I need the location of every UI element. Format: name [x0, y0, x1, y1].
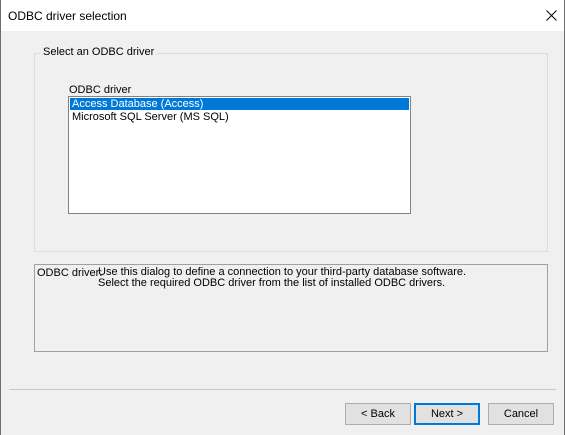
groupbox-legend: Select an ODBC driver — [40, 46, 158, 58]
odbc-driver-listbox[interactable]: Access Database (Access) Microsoft SQL S… — [68, 96, 411, 214]
list-item-mssql[interactable]: Microsoft SQL Server (MS SQL) — [70, 111, 409, 123]
odbc-driver-label: ODBC driver — [69, 84, 132, 96]
info-label: ODBC driver: — [37, 267, 103, 279]
close-icon — [545, 10, 557, 21]
title-bar: ODBC driver selection — [1, 0, 564, 31]
info-description: Use this dialog to define a connection t… — [98, 267, 466, 289]
footer-separator — [9, 389, 556, 390]
back-button[interactable]: < Back — [345, 403, 411, 425]
next-button[interactable]: Next > — [414, 403, 480, 425]
window-title: ODBC driver selection — [8, 9, 127, 23]
list-item-access[interactable]: Access Database (Access) — [70, 98, 409, 110]
cancel-button[interactable]: Cancel — [488, 403, 554, 425]
close-button[interactable] — [538, 0, 564, 31]
info-line-2: Select the required ODBC driver from the… — [98, 277, 446, 289]
